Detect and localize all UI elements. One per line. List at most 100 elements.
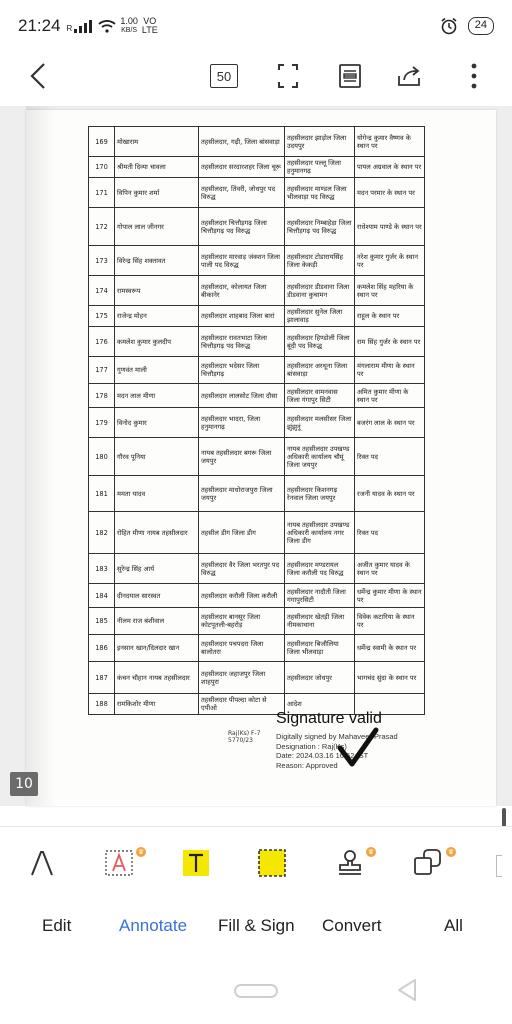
highlight-text-tool-button[interactable] (174, 841, 218, 885)
from-cell: तहसीलदार रावतभाटा जिला चित्तौड़गढ़ पद वि… (198, 326, 285, 357)
name-cell: रामस्वरूप (114, 275, 199, 306)
serial-cell: 185 (88, 607, 115, 635)
transfer-table: 169 मोखाराम तहसीलदार, गढ़ी, जिला बांसवाड़ा… (88, 126, 425, 715)
remark-cell: विवेक कटारिया के स्थान पर (354, 607, 425, 635)
data-rate: 1.00 KB/S (120, 16, 138, 35)
chevron-left-icon (30, 63, 45, 89)
from-cell: तहसीलदार भदेसर जिला चित्तौड़गढ़ (198, 356, 285, 384)
from-cell: तहसीलदार, तिंवरी, जोधपुर पद विरुद्ध (198, 177, 285, 208)
home-gesture-pill[interactable] (234, 984, 278, 998)
serial-cell: 172 (88, 207, 115, 246)
from-cell: तहसीलदार बानसूर जिला कोटपूतली-बहरोड़ (198, 607, 285, 635)
from-cell: तहसीलदार मारवाड़ जंक्शन जिला पाली पद विर… (198, 245, 285, 276)
table-row: 177 गुणवंत माली तहसीलदार भदेसर जिला चित्तौ… (88, 356, 425, 384)
battery-indicator: 24 (467, 17, 494, 35)
remark-cell: पायल अग्रवाल के स्थान पर (354, 156, 425, 178)
tab-fill-sign[interactable]: Fill & Sign (218, 916, 295, 936)
top-toolbar: 50 (0, 52, 512, 100)
status-bar: 21:24 R 1.00 KB/S VO LTE 24 (0, 0, 512, 52)
document-page[interactable]: 169 मोखाराम तहसीलदार, गढ़ी, जिला बांसवाड़ा… (26, 110, 496, 806)
table-row: 181 ममता यादव तहसीलदार माधोराजपुरा जिला जय… (88, 475, 425, 512)
stamp-tool-button[interactable]: ♛ (328, 841, 376, 885)
serial-cell: 177 (88, 356, 115, 384)
name-cell: नीलम राज बंशीवाल (114, 607, 199, 635)
from-cell: तहसीलदार चित्तौड़गढ़ जिला चित्तौड़गढ़ पद… (198, 207, 285, 246)
text-box-tool-button[interactable]: ♛ (98, 841, 146, 885)
serial-cell: 170 (88, 156, 115, 178)
to-cell: तहसीलदार पल्लू जिला हनुमानगढ़ (284, 156, 355, 178)
serial-cell: 175 (88, 305, 115, 327)
from-cell: तहसीलदार पचपदरा जिला बालोतरा (198, 634, 285, 662)
bottom-tab-bar: Edit Annotate Fill & Sign Convert All (0, 898, 512, 958)
name-cell: कमलेश कुमार कुलदीप (114, 326, 199, 357)
reading-mode-button[interactable] (334, 58, 366, 94)
signature-block[interactable]: Raj(Ks) F-7 5770/23 Signature valid Digi… (204, 710, 404, 780)
current-page-indicator: 10 (10, 772, 38, 796)
more-tools-peek[interactable] (496, 855, 502, 877)
name-cell: दीनदयाल सारस्वत (114, 583, 199, 608)
name-cell: मोखाराम (114, 126, 199, 157)
name-cell: रोहित मीणा नायब तहसीलदार (114, 511, 199, 554)
page-count: 50 (210, 64, 238, 88)
table-row: 179 विनोद कुमार तहसीलदार भादरा, जिला हनुमा… (88, 407, 425, 438)
remark-cell: योगेन्द्र कुमार वैष्णव के स्थान पर (354, 126, 425, 157)
table-row: 173 विरेन्द्र सिंह शक्तावत तहसीलदार मारवाड… (88, 245, 425, 276)
area-highlight-tool-icon (258, 849, 286, 877)
page-count-button[interactable]: 50 (208, 58, 240, 94)
network-letter: R (66, 23, 73, 33)
to-cell: तहसीलदार झाड़ोल जिला उदयपुर (284, 126, 355, 157)
table-row: 172 गोपाल लाल जीनगर तहसीलदार चित्तौड़गढ़ ज… (88, 207, 425, 246)
serial-cell: 171 (88, 177, 115, 208)
remark-cell: राधेश्याम पाण्डे के स्थान पर (354, 207, 425, 246)
serial-cell: 174 (88, 275, 115, 306)
system-back-icon[interactable] (396, 978, 418, 1002)
remark-cell: राहुल के स्थान पर (354, 305, 425, 327)
back-button[interactable] (22, 58, 54, 94)
tab-annotate[interactable]: Annotate (119, 916, 187, 936)
table-row: 182 रोहित मीणा नायब तहसीलदार तहसील डीग जिल… (88, 511, 425, 554)
serial-cell: 179 (88, 407, 115, 438)
remark-cell: मदन परमार के स्थान पर (354, 177, 425, 208)
alarm-icon (441, 17, 457, 35)
remark-cell: अजीत कुमार यादव के स्थान पर (354, 553, 425, 584)
name-cell: गुणवंत माली (114, 356, 199, 384)
pen-tool-button[interactable] (20, 841, 64, 885)
table-row: 175 राजेन्द्र मोहन तहसीलदार शाहबाद जिला बा… (88, 305, 425, 327)
to-cell: तहसीलदार नादौती जिला गंगापुरसिटी (284, 583, 355, 608)
name-cell: मदन लाल मीणा (114, 383, 199, 408)
shapes-tool-button[interactable]: ♛ (406, 841, 456, 885)
from-cell: तहसीलदार, कोलायत जिला बीकानेर (198, 275, 285, 306)
table-row: 186 इनसान खान/दिलदार खान तहसीलदार पचपदरा ज… (88, 634, 425, 662)
name-cell: विनोद कुमार (114, 407, 199, 438)
tab-convert[interactable]: Convert (322, 916, 382, 936)
signature-stamp: Raj(Ks) F-7 5770/23 (228, 730, 261, 744)
remark-cell: रिक्त पद (354, 511, 425, 554)
table-row: 169 मोखाराम तहसीलदार, गढ़ी, जिला बांसवाड़ा… (88, 126, 425, 157)
tab-edit[interactable]: Edit (42, 916, 71, 936)
to-cell: तहसीलदार अरथूना जिला बांसवाड़ा (284, 356, 355, 384)
share-button[interactable] (394, 58, 426, 94)
page-edge-shadow (26, 106, 56, 806)
serial-cell: 176 (88, 326, 115, 357)
remark-cell: रजनी यादव के स्थान पर (354, 475, 425, 512)
name-cell: राजेन्द्र मोहन (114, 305, 199, 327)
volte-indicator: VO LTE (141, 16, 158, 35)
table-row: 183 सुरेन्द्र सिंह आर्य तहसीलदार वैर जिला … (88, 553, 425, 584)
serial-cell: 186 (88, 634, 115, 662)
shapes-tool-icon (414, 849, 441, 875)
from-cell: तहसीलदार करौली जिला करौली (198, 583, 285, 608)
area-highlight-tool-button[interactable] (250, 841, 294, 885)
serial-cell: 182 (88, 511, 115, 554)
name-cell: गौरव पूनिया (114, 437, 199, 476)
fit-screen-button[interactable] (272, 58, 304, 94)
serial-cell: 173 (88, 245, 115, 276)
more-vertical-icon (471, 63, 477, 89)
table-row: 174 रामस्वरूप तहसीलदार, कोलायत जिला बीकाने… (88, 275, 425, 306)
reading-mode-icon (339, 64, 361, 88)
table-row: 185 नीलम राज बंशीवाल तहसीलदार बानसूर जिला … (88, 607, 425, 635)
tab-all[interactable]: All (444, 916, 463, 936)
document-viewer[interactable]: 169 मोखाराम तहसीलदार, गढ़ी, जिला बांसवाड़ा… (0, 106, 512, 806)
remark-cell: नरेश कुमार गुर्जर के स्थान पर (354, 245, 425, 276)
more-options-button[interactable] (462, 58, 486, 94)
remark-cell: मंगलाराम मीणा के स्थान पर (354, 356, 425, 384)
